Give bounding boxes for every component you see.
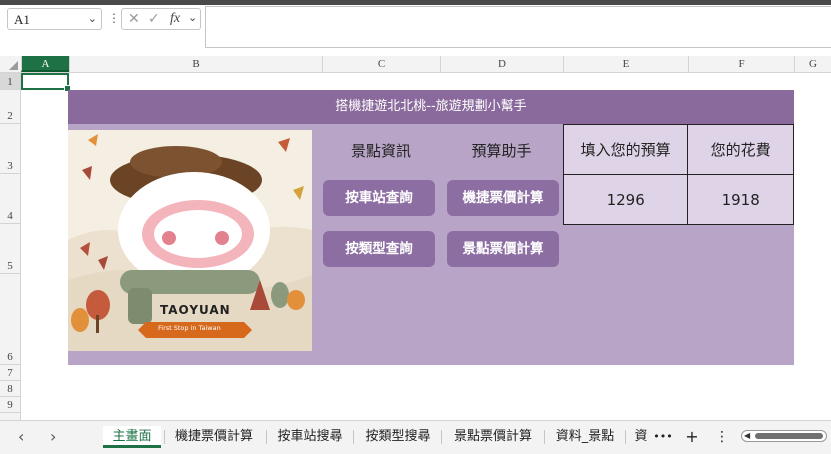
mascot-drawing <box>68 130 312 351</box>
scroll-tabs-right-icon[interactable]: › <box>50 427 56 446</box>
row-number: 3 <box>7 160 13 172</box>
chevron-down-icon[interactable]: ⌄ <box>188 11 197 24</box>
add-sheet-icon[interactable]: + <box>682 426 702 448</box>
row-header-2[interactable]: 2 <box>0 90 20 124</box>
column-header-b[interactable]: B <box>69 56 322 72</box>
fx-icon[interactable]: fx <box>170 11 180 27</box>
budget-value-cell[interactable]: 1296 <box>562 174 689 225</box>
sheet-tab-data-attractions[interactable]: 資料_景點 <box>549 426 621 448</box>
name-box-value: A1 <box>14 12 30 27</box>
row-header-9[interactable]: 9 <box>0 397 20 413</box>
tab-divider <box>544 430 545 444</box>
spending-value-cell[interactable]: 1918 <box>687 174 794 225</box>
more-vertical-icon[interactable]: ⋮ <box>108 11 120 25</box>
row-header-8[interactable]: 8 <box>0 381 20 397</box>
search-by-station-button[interactable]: 按車站查詢 <box>323 180 435 216</box>
attractions-info-label: 景點資訊 <box>350 142 411 160</box>
column-header-f[interactable]: F <box>688 56 794 72</box>
row-header-3[interactable]: 3 <box>0 124 20 174</box>
row-number: 7 <box>7 367 13 379</box>
row-header-4[interactable]: 4 <box>0 174 20 224</box>
tab-divider <box>266 430 267 444</box>
sheet-tab-search-station[interactable]: 按車站搜尋 <box>270 426 350 448</box>
scroll-left-arrow-icon[interactable]: ◀ <box>744 431 750 440</box>
column-header-a[interactable]: A <box>21 56 69 72</box>
active-cell-a1[interactable] <box>21 73 71 92</box>
tab-divider <box>164 430 165 444</box>
sheet-tab-bar: ‹ › 主畫面 機捷票價計算 按車站搜尋 按類型搜尋 景點票價計算 資料_景點 … <box>0 420 831 454</box>
row-number: 4 <box>7 210 13 222</box>
spending-header-cell[interactable]: 您的花費 <box>687 124 794 175</box>
row-number: 6 <box>7 351 13 363</box>
row-header-6[interactable]: 6 <box>0 274 20 365</box>
illustration-subcaption: First Stop in Taiwan <box>158 324 221 332</box>
sheet-tab-main[interactable]: 主畫面 <box>103 426 161 448</box>
tab-divider <box>441 430 442 444</box>
sheet-title-banner: 搭機捷遊北北桃--旅遊規劃小幫手 <box>68 90 794 124</box>
title-strip <box>0 0 831 5</box>
column-header-g[interactable]: G <box>794 56 831 72</box>
row-number: 1 <box>7 76 13 88</box>
metro-fare-calculator-button[interactable]: 機捷票價計算 <box>447 180 559 216</box>
sheet-tab-search-type[interactable]: 按類型搜尋 <box>358 426 438 448</box>
name-box[interactable]: A1 ⌄ <box>7 8 102 30</box>
search-by-type-button[interactable]: 按類型查詢 <box>323 231 435 267</box>
row-number: 2 <box>7 110 13 122</box>
chevron-down-icon[interactable]: ⌄ <box>88 12 97 25</box>
budget-header-cell[interactable]: 填入您的預算 <box>562 124 689 175</box>
illustration-caption: TAOYUAN <box>160 303 231 317</box>
more-options-icon[interactable]: ⋮ <box>712 426 732 448</box>
row-number: 8 <box>7 383 13 395</box>
row-header-5[interactable]: 5 <box>0 224 20 274</box>
sheet-tab-data-truncated[interactable]: 資 <box>630 426 652 448</box>
cancel-icon[interactable]: ✕ <box>128 11 140 27</box>
row-number: 9 <box>7 399 13 411</box>
row-header-1[interactable]: 1 <box>0 73 20 90</box>
more-tabs-icon[interactable]: ••• <box>652 426 674 448</box>
budget-helper-label: 預算助手 <box>471 142 532 160</box>
column-header-c[interactable]: C <box>322 56 440 72</box>
row-header-7[interactable]: 7 <box>0 365 20 381</box>
sheet-tab-attraction-fare[interactable]: 景點票價計算 <box>446 426 540 448</box>
tab-divider <box>625 430 626 444</box>
row-header: 1 2 3 4 5 6 7 8 9 <box>0 73 21 420</box>
taoyuan-mascot-illustration: TAOYUAN First Stop in Taiwan <box>68 130 312 351</box>
column-header-d[interactable]: D <box>440 56 563 72</box>
column-header: A B C D E F G <box>0 56 831 73</box>
row-number: 5 <box>7 260 13 272</box>
scroll-tabs-left-icon[interactable]: ‹ <box>18 427 24 446</box>
scrollbar-thumb[interactable] <box>755 433 823 439</box>
tab-divider <box>353 430 354 444</box>
select-all-corner[interactable] <box>0 56 21 72</box>
formula-controls: ✕ ✓ fx ⌄ <box>121 8 201 30</box>
budget-table: 填入您的預算 您的花費 1296 1918 <box>562 124 794 225</box>
attraction-fare-calculator-button[interactable]: 景點票價計算 <box>447 231 559 267</box>
formula-bar: A1 ⌄ ⋮ ✕ ✓ fx ⌄ <box>0 0 831 56</box>
enter-icon[interactable]: ✓ <box>148 11 160 27</box>
sheet-tab-metro-fare[interactable]: 機捷票價計算 <box>168 426 260 448</box>
formula-input[interactable] <box>205 6 831 48</box>
horizontal-scrollbar[interactable]: ◀ <box>741 430 827 442</box>
column-header-e[interactable]: E <box>563 56 688 72</box>
